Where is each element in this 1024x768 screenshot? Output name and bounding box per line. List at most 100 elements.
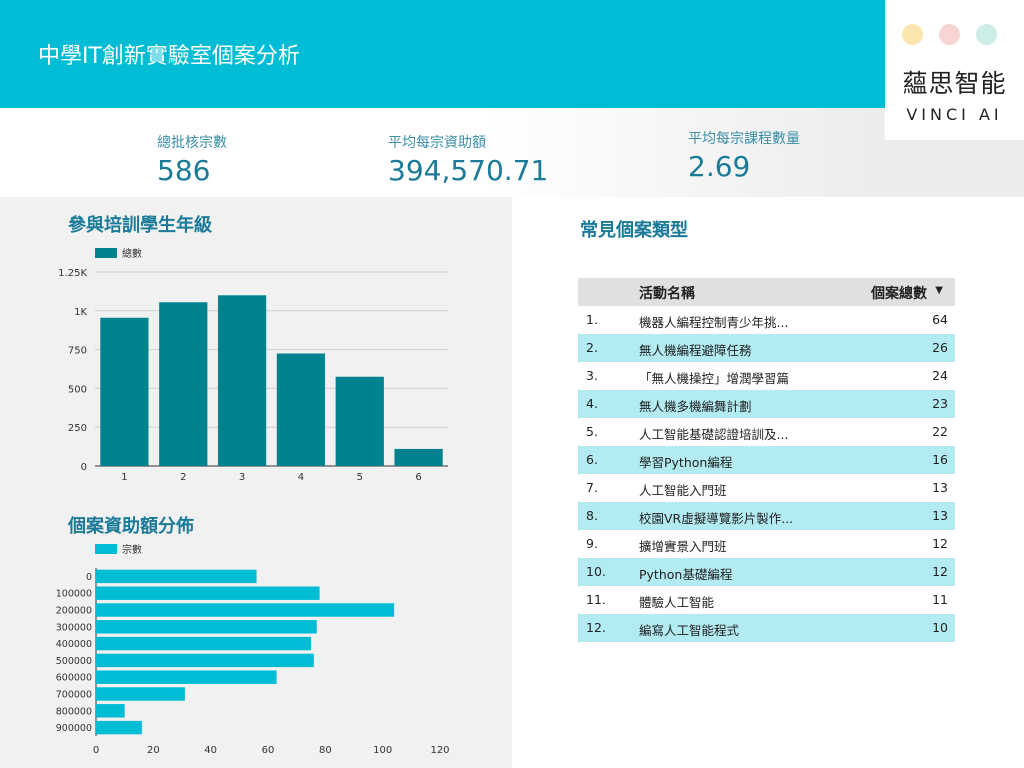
row-activity-name: Python基礎編程 — [639, 567, 733, 582]
y-tick-label: 700000 — [56, 690, 92, 701]
row-index: 5. — [586, 424, 598, 439]
table-body: 1. 機器人編程控制青少年挑... 64 2. 無人機編程避障任務 26 3. 「無人機操控」… — [578, 306, 955, 642]
row-activity-name: 學習Python編程 — [639, 455, 733, 470]
bar — [394, 448, 443, 466]
x-tick-label: 20 — [147, 745, 160, 756]
table-row: 10. Python基礎編程 12 — [578, 558, 955, 586]
row-index: 1. — [586, 312, 598, 327]
bar — [100, 317, 149, 466]
x-tick-label: 2 — [180, 472, 186, 483]
table-row: 12. 編寫人工智能程式 10 — [578, 614, 955, 642]
page-title: 中學IT創新實驗室個案分析 — [38, 44, 300, 69]
row-case-count: 23 — [932, 396, 948, 411]
table-row: 1. 機器人編程控制青少年挑... 64 — [578, 306, 955, 334]
x-tick-label: 100 — [373, 745, 392, 756]
logo-dot-pink — [939, 24, 960, 45]
y-tick-label: 800000 — [56, 706, 92, 717]
row-index: 2. — [586, 340, 598, 355]
funding-hbar-chart: 宗數 0 100000 200000 300000 400000 500000 600000 7… — [56, 543, 450, 756]
bar — [96, 586, 320, 600]
row-index: 10. — [586, 564, 606, 579]
row-index: 6. — [586, 452, 598, 467]
bar — [335, 376, 384, 466]
bar — [217, 295, 267, 466]
legend-swatch — [95, 544, 117, 554]
y-tick-label: 250 — [68, 423, 87, 434]
table-row: 11. 體驗人工智能 11 — [578, 586, 955, 614]
grade-bar-chart: 總數 0 250 500 750 1K 1.25K 1 2 3 4 5 6 — [58, 247, 448, 483]
kpi-label: 平均每宗課程數量 — [688, 131, 800, 147]
legend-label: 宗數 — [122, 543, 142, 556]
y-tick-label: 600000 — [56, 673, 92, 684]
bar — [96, 636, 311, 651]
legend-label: 總數 — [122, 247, 142, 260]
y-tick-label: 400000 — [56, 639, 92, 650]
x-tick-label: 80 — [319, 745, 332, 756]
row-activity-name: 編寫人工智能程式 — [639, 623, 740, 638]
row-case-count: 64 — [932, 312, 948, 327]
kpi-avg-funding: 平均每宗資助額 394,570.71 — [388, 132, 548, 187]
bar — [96, 620, 317, 634]
row-case-count: 16 — [932, 452, 948, 467]
x-tick-label: 5 — [357, 472, 363, 483]
logo-english-name: VINCI AI — [906, 105, 1003, 124]
kpi-total-cases: 總批核宗數 586 — [157, 132, 227, 187]
brand-logo: 蘊思智能 VINCI AI — [885, 0, 1024, 140]
bar — [96, 687, 185, 701]
y-tick-label: 300000 — [56, 622, 92, 633]
table-row: 6. 學習Python編程 16 — [578, 446, 955, 474]
row-case-count: 22 — [932, 424, 948, 439]
kpi-band: 總批核宗數 586 平均每宗資助額 394,570.71 平均每宗課程數量 2.… — [0, 108, 885, 197]
row-activity-name: 人工智能基礎認證培訓及... — [639, 427, 789, 442]
row-index: 9. — [586, 536, 598, 551]
x-tick-label: 120 — [430, 745, 449, 756]
case-type-table: 活動名稱 個案總數 ▼ 1. 機器人編程控制青少年挑... 64 2. 無人機編程避障任… — [578, 278, 955, 642]
y-tick-label: 500 — [68, 384, 87, 395]
bar — [96, 653, 314, 668]
row-index: 11. — [586, 592, 606, 607]
row-case-count: 12 — [932, 536, 948, 551]
table-header: 活動名稱 個案總數 ▼ — [578, 278, 955, 306]
table-row: 3. 「無人機操控」增潤學習篇 24 — [578, 362, 955, 390]
x-tick-label: 1 — [121, 472, 127, 483]
table-row: 4. 無人機多機編舞計劃 23 — [578, 390, 955, 418]
table-row: 9. 擴增實景入門班 12 — [578, 530, 955, 558]
table-row: 2. 無人機編程避障任務 26 — [578, 334, 955, 362]
y-tick-label: 100000 — [56, 589, 92, 600]
row-case-count: 10 — [932, 620, 948, 635]
row-activity-name: 體驗人工智能 — [639, 595, 715, 610]
row-index: 3. — [586, 368, 598, 383]
kpi-value: 586 — [157, 154, 211, 187]
y-tick-label: 200000 — [56, 606, 92, 617]
row-index: 8. — [586, 508, 598, 523]
column-header-name[interactable]: 活動名稱 — [639, 283, 695, 303]
y-tick-label: 1K — [74, 307, 87, 318]
row-case-count: 12 — [932, 564, 948, 579]
bar — [276, 353, 326, 466]
kpi-avg-courses: 平均每宗課程數量 2.69 — [688, 128, 800, 183]
y-tick-label: 1.25K — [58, 268, 87, 279]
grade-chart-title: 參與培訓學生年級 — [68, 215, 212, 236]
column-header-count[interactable]: 個案總數 — [871, 283, 927, 303]
bar — [159, 302, 208, 466]
kpi-band-extension — [885, 140, 1024, 197]
bar — [96, 569, 257, 584]
kpi-value: 394,570.71 — [388, 154, 549, 187]
y-tick-label: 0 — [81, 462, 87, 473]
logo-dot-mint — [976, 24, 997, 45]
table-row: 5. 人工智能基礎認證培訓及... 22 — [578, 418, 955, 446]
row-case-count: 11 — [932, 592, 948, 607]
kpi-label: 平均每宗資助額 — [388, 135, 486, 151]
table-row: 7. 人工智能入門班 13 — [578, 474, 955, 502]
logo-chinese-name: 蘊思智能 — [902, 69, 1007, 98]
x-tick-label: 3 — [239, 472, 245, 483]
x-tick-label: 6 — [415, 472, 421, 483]
row-activity-name: 無人機編程避障任務 — [639, 343, 752, 358]
x-tick-label: 4 — [298, 472, 304, 483]
header-bar: 中學IT創新實驗室個案分析 — [0, 0, 885, 108]
bar — [96, 720, 142, 735]
bar — [96, 603, 395, 617]
sort-desc-icon[interactable]: ▼ — [935, 285, 943, 296]
bar — [96, 704, 125, 718]
row-case-count: 24 — [932, 368, 948, 383]
